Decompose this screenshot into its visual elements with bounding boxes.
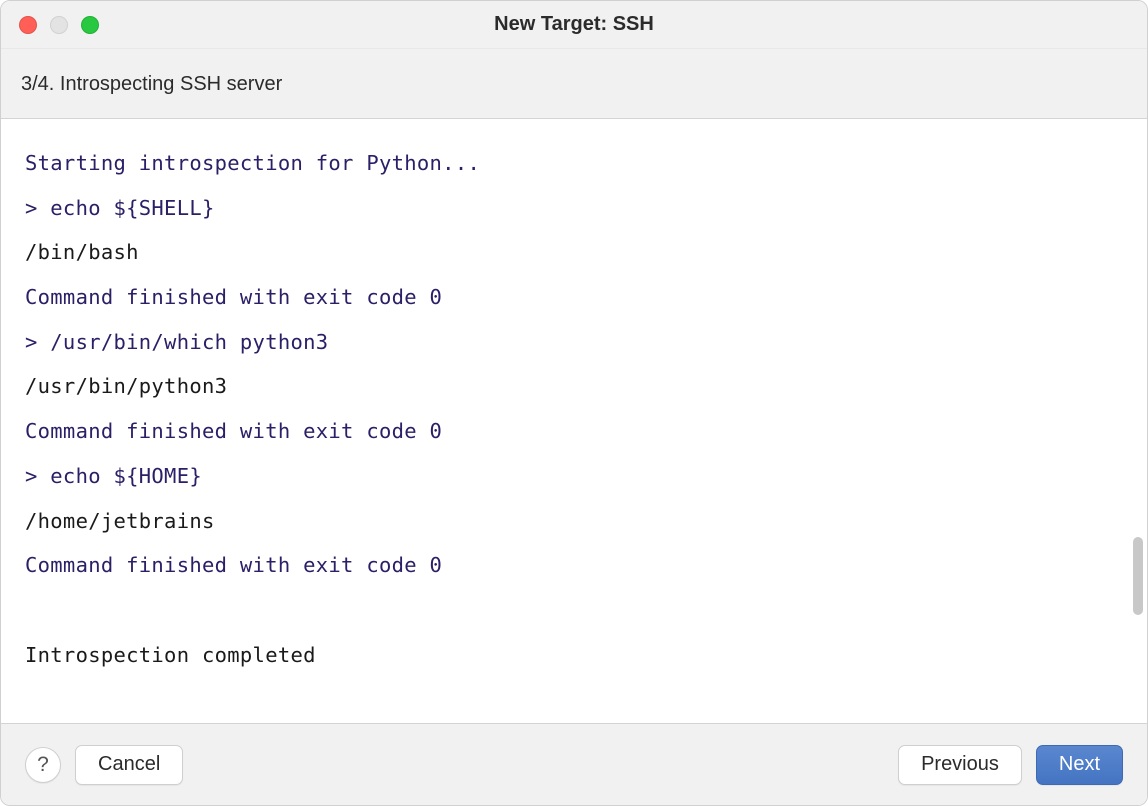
help-button[interactable]: ? [25, 747, 61, 783]
console-line: /bin/bash [25, 230, 1123, 275]
console-line [25, 588, 1123, 633]
maximize-icon[interactable] [81, 16, 99, 34]
console-line: Command finished with exit code 0 [25, 275, 1123, 320]
console-line: Command finished with exit code 0 [25, 543, 1123, 588]
console-line: Introspection completed [25, 633, 1123, 678]
console-line: /usr/bin/python3 [25, 364, 1123, 409]
next-button[interactable]: Next [1036, 745, 1123, 785]
console-line: /home/jetbrains [25, 499, 1123, 544]
minimize-icon [50, 16, 68, 34]
console-line: > echo ${HOME} [25, 454, 1123, 499]
window-title: New Target: SSH [1, 13, 1147, 36]
traffic-lights [1, 16, 99, 34]
close-icon[interactable] [19, 16, 37, 34]
console-output[interactable]: Starting introspection for Python...> ec… [1, 119, 1147, 723]
console-line: > echo ${SHELL} [25, 186, 1123, 231]
cancel-button[interactable]: Cancel [75, 745, 183, 785]
dialog-window: New Target: SSH 3/4. Introspecting SSH s… [0, 0, 1148, 806]
console-line: > /usr/bin/which python3 [25, 320, 1123, 365]
scrollbar-thumb[interactable] [1133, 537, 1143, 615]
step-subtitle: 3/4. Introspecting SSH server [1, 49, 1147, 119]
footer: ? Cancel Previous Next [1, 723, 1147, 805]
console-line: Command finished with exit code 0 [25, 409, 1123, 454]
titlebar: New Target: SSH [1, 1, 1147, 49]
console-line: Starting introspection for Python... [25, 141, 1123, 186]
scrollbar[interactable] [1133, 119, 1143, 723]
previous-button[interactable]: Previous [898, 745, 1022, 785]
